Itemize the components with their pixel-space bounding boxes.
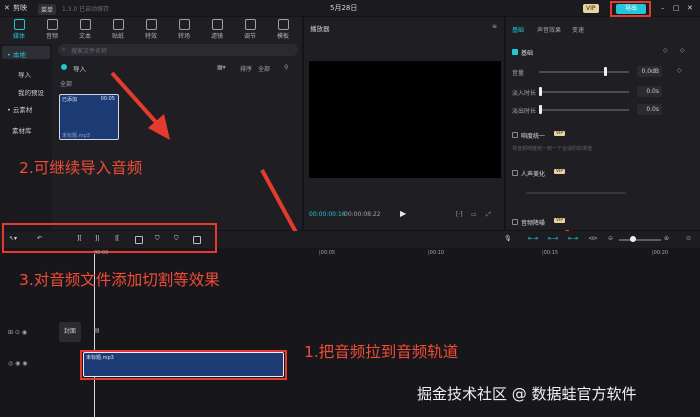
voice-beautify-label: 人声美化	[521, 171, 546, 178]
snap-icon[interactable]: ⇤⇥	[528, 235, 538, 242]
player-title: 播放器	[310, 25, 330, 33]
align-icon[interactable]: ⊲⊳	[588, 235, 598, 242]
watermark: 掘金技术社区 @ 数据蛙官方软件	[417, 385, 637, 403]
voice-vip-badge: VIP	[554, 169, 566, 174]
volume-slider[interactable]	[539, 71, 629, 73]
undo-icon[interactable]: ↶	[37, 235, 42, 242]
denoise-checkbox[interactable]	[512, 219, 518, 225]
track-lock-icon[interactable]: ⊞ ⊙ ◉	[8, 329, 27, 336]
cover-button[interactable]: 封面	[59, 322, 81, 342]
ruler-tick: 00:00	[94, 250, 109, 256]
reset-icon[interactable]: ◇	[663, 47, 668, 54]
annotation-step3: 3.对音频文件添加切割等效果	[19, 271, 220, 289]
select-tool-icon[interactable]: ↖▾	[9, 235, 17, 242]
loudness-description: 将音频响度统一到一个合适的标准值	[512, 146, 593, 152]
zoom-out-icon[interactable]: ⊖	[608, 235, 613, 242]
loudness-label: 响度统一	[521, 133, 546, 140]
denoise-vip-badge: VIP	[554, 218, 566, 223]
tab-basic[interactable]: 基础	[512, 25, 524, 34]
volume-value[interactable]: 0.0dB	[637, 66, 662, 77]
zoom-in-icon[interactable]: ⊕	[664, 235, 669, 242]
fullscreen-icon[interactable]: ⤢	[486, 211, 491, 219]
zoom-slider-handle[interactable]	[630, 236, 636, 242]
fade-out-label: 淡出时长	[512, 108, 537, 115]
tab-sound-effects[interactable]: 声音效果	[537, 25, 561, 34]
inspector-panel: 基础 声音效果 变速 基础 ◇ ◇ 音量 0.0dB ◇ 淡入时长 0.0s 淡…	[506, 17, 700, 230]
fade-in-value[interactable]: 0.0s	[637, 86, 662, 97]
zoom-slider[interactable]	[619, 239, 661, 241]
audio-clip[interactable]: 未标题.mp3	[83, 352, 284, 377]
player-panel: 播放器 ≡ 00:00:00:16 00:00:08:22 ▶ [·] ▭ ⤢	[304, 17, 504, 230]
play-icon[interactable]: ▶	[400, 209, 406, 218]
annotation-step1: 1.把音频拉到音频轨道	[304, 343, 459, 361]
audio-track-controls[interactable]: ◎ ◉ ◉	[8, 360, 28, 367]
link-icon[interactable]: ⇤⇥	[548, 235, 558, 242]
volume-label: 音量	[512, 70, 525, 77]
loudness-checkbox[interactable]	[512, 132, 518, 138]
fit-screen-icon[interactable]: [·]	[456, 211, 463, 218]
shield-icon[interactable]: ⛉	[174, 235, 179, 243]
voice-slider[interactable]	[526, 192, 626, 194]
ratio-icon[interactable]: ▭	[471, 211, 477, 218]
current-time: 00:00:00:16	[309, 211, 346, 218]
keyframe-icon[interactable]: ◇	[680, 47, 685, 54]
tab-speed[interactable]: 变速	[572, 25, 584, 34]
volume-keyframe-icon[interactable]: ◇	[677, 67, 682, 74]
fade-out-value[interactable]: 0.0s	[637, 104, 662, 115]
delete-icon[interactable]	[135, 236, 143, 244]
fade-out-handle[interactable]	[539, 105, 542, 114]
marker-icon[interactable]: ⛉	[155, 235, 160, 243]
fade-in-handle[interactable]	[539, 87, 542, 96]
fade-in-label: 淡入时长	[512, 90, 537, 97]
basic-checkbox[interactable]	[512, 49, 518, 55]
total-time: 00:00:08:22	[344, 211, 381, 218]
split-icon[interactable]: ][	[77, 235, 82, 242]
mic-icon[interactable]: 🎙	[504, 235, 512, 242]
ruler-tick: |00:15	[542, 250, 559, 256]
player-menu-icon[interactable]: ≡	[492, 23, 497, 30]
ruler-tick: |00:20	[652, 250, 669, 256]
ruler-tick: |00:10	[428, 250, 445, 256]
split-right-icon[interactable]: |[	[115, 235, 119, 242]
edit-tools-highlight-box	[2, 223, 217, 253]
split-left-icon[interactable]: ]|	[95, 235, 99, 242]
audio-clip-name: 未标题.mp3	[86, 355, 114, 361]
fade-in-slider[interactable]	[539, 91, 629, 93]
fade-out-slider[interactable]	[539, 109, 629, 111]
ruler-tick: |00:05	[319, 250, 336, 256]
preview-axis-icon[interactable]: ⇤⇥	[568, 235, 578, 242]
volume-slider-handle[interactable]	[604, 67, 607, 76]
section-basic-label: 基础	[521, 50, 534, 57]
cover-track-icon: ▤	[94, 327, 100, 334]
denoise-label: 音频降噪	[521, 220, 546, 227]
annotation-step2: 2.可继续导入音频	[19, 159, 143, 177]
arrow-step2	[110, 71, 165, 132]
video-preview	[309, 61, 501, 178]
image-icon[interactable]	[193, 236, 201, 244]
timeline-settings-icon[interactable]: ⊙	[686, 235, 691, 242]
loudness-vip-badge: VIP	[554, 131, 566, 136]
voice-beautify-checkbox[interactable]	[512, 170, 518, 176]
